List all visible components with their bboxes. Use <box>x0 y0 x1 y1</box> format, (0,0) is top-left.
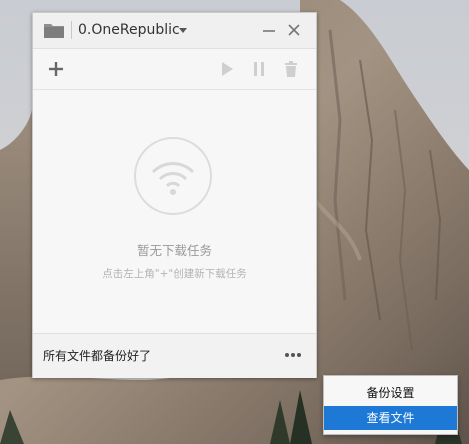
more-icon[interactable] <box>283 348 303 362</box>
toolbar <box>33 49 316 90</box>
wifi-icon <box>134 137 212 215</box>
caret-down-icon[interactable] <box>179 28 187 33</box>
play-icon[interactable] <box>217 59 237 79</box>
title-bar[interactable]: 0.OneRepublic <box>33 13 316 49</box>
trash-icon[interactable] <box>281 59 301 79</box>
window-title[interactable]: 0.OneRepublic <box>78 22 180 38</box>
menu-item-view-files[interactable]: 查看文件 <box>324 406 457 430</box>
minimize-icon[interactable] <box>261 21 277 39</box>
empty-state-title: 暂无下载任务 <box>136 243 212 258</box>
menu-item-backup-settings[interactable]: 备份设置 <box>324 381 457 405</box>
title-separator <box>71 21 72 39</box>
plus-icon[interactable] <box>46 59 66 79</box>
context-menu: 备份设置 查看文件 <box>323 375 458 435</box>
status-bar: 所有文件都备份好了 <box>33 333 316 378</box>
pause-icon[interactable] <box>249 59 269 79</box>
app-window: 0.OneRepublic 暂无下载任务 点击左上角"+"创建新下载任务 所有文… <box>32 12 317 378</box>
empty-state-hint: 点击左上角"+"创建新下载任务 <box>102 268 247 280</box>
folder-icon[interactable] <box>43 21 65 39</box>
backup-status-text: 所有文件都备份好了 <box>43 349 152 363</box>
download-list: 暂无下载任务 点击左上角"+"创建新下载任务 <box>33 90 316 333</box>
close-icon[interactable] <box>286 21 302 39</box>
